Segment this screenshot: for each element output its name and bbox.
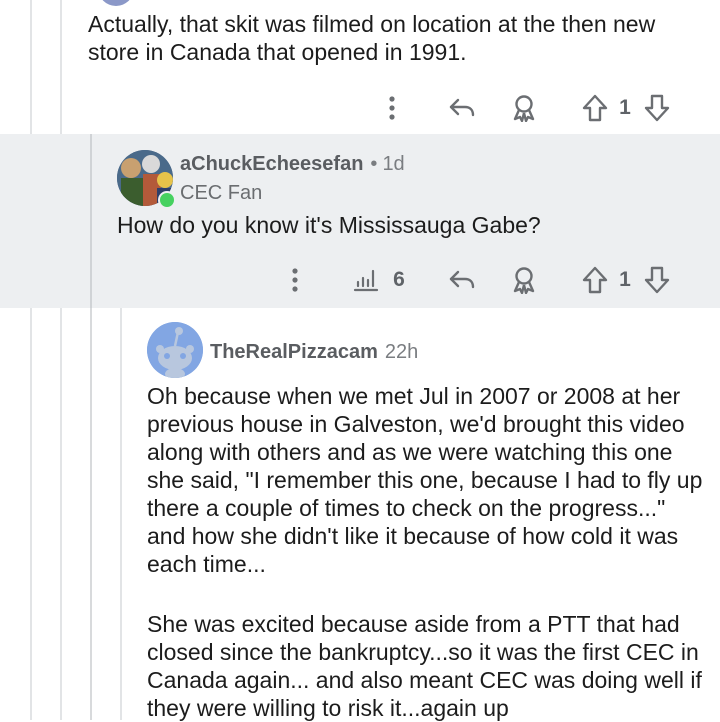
timestamp: 22h: [384, 340, 419, 363]
upvote-icon[interactable]: [578, 260, 612, 300]
upvote-icon[interactable]: [578, 88, 612, 128]
stats-icon[interactable]: [350, 260, 382, 300]
award-icon[interactable]: [507, 260, 541, 300]
thread-line: [60, 0, 62, 720]
comment-body: Actually, that skit was filmed on locati…: [88, 11, 656, 65]
downvote-icon[interactable]: [640, 88, 674, 128]
award-icon[interactable]: [507, 88, 541, 128]
thread-line: [30, 0, 32, 720]
thread-line: [90, 134, 92, 308]
reply-icon[interactable]: [445, 260, 479, 300]
avatar[interactable]: [98, 0, 134, 6]
more-icon[interactable]: [380, 88, 404, 128]
online-status-dot: [158, 191, 176, 209]
comment-paragraph: Oh because when we met Jul in 2007 or 20…: [147, 383, 703, 577]
more-icon[interactable]: [283, 260, 307, 300]
views-count: 6: [393, 268, 405, 291]
user-flair: CEC Fan: [180, 182, 263, 204]
comment-header: aChuckEcheesefan • 1d: [180, 150, 405, 178]
comment-paragraph: She was excited because aside from a PTT…: [147, 611, 702, 721]
separator: •: [370, 152, 378, 175]
timestamp: 1d: [382, 152, 405, 175]
comment-body: How do you know it's Mississauga Gabe?: [117, 212, 541, 238]
vote-count: 1: [619, 268, 631, 291]
comment-header: TheRealPizzacam 22h: [210, 338, 418, 366]
reply-icon[interactable]: [445, 88, 479, 128]
username[interactable]: TheRealPizzacam: [210, 341, 378, 364]
thread-line: [120, 308, 122, 720]
avatar[interactable]: [147, 322, 203, 378]
username[interactable]: aChuckEcheesefan: [180, 153, 363, 176]
vote-count: 1: [619, 96, 631, 119]
downvote-icon[interactable]: [640, 260, 674, 300]
